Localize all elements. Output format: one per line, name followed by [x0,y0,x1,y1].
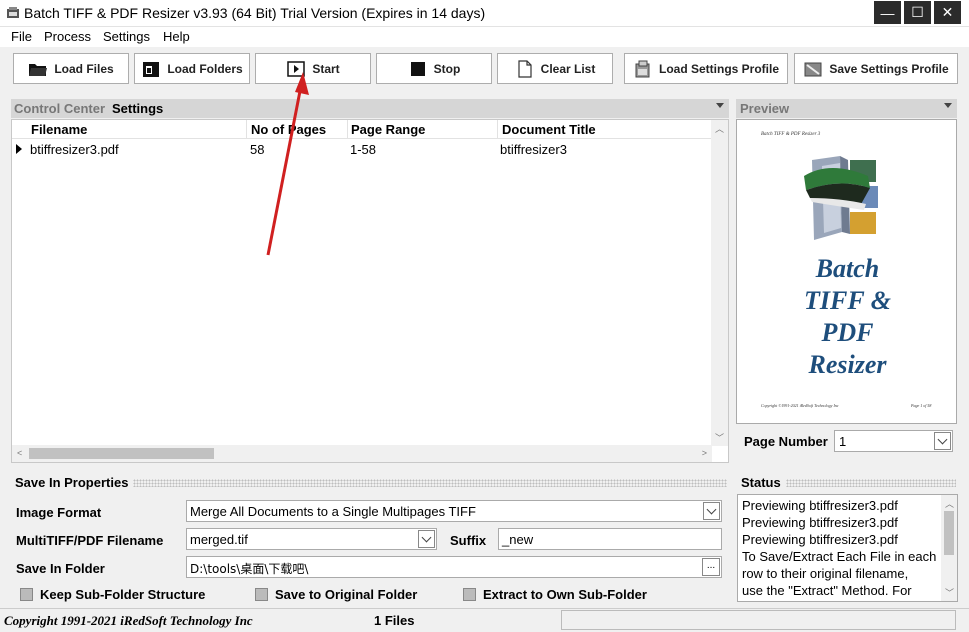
save-original-folder-checkbox[interactable] [255,588,268,601]
chevron-down-icon[interactable] [418,530,435,548]
scroll-down-icon[interactable]: ﹀ [945,586,954,599]
multitiff-filename-input[interactable]: merged.tif [186,528,437,550]
status-scrollbar[interactable]: ︿ ﹀ [941,495,957,601]
status-bar-panel [561,610,956,630]
preview-doc-footer-right: Page 1 of 58 [911,403,932,408]
status-line: Previewing btiffresizer3.pdf [742,498,898,513]
save-original-folder-label: Save to Original Folder [275,587,418,602]
preview-doc-header: Batch TIFF & PDF Resizer 3 [761,132,821,137]
file-count: 1 Files [374,613,415,628]
browse-folder-button[interactable]: ... [702,558,720,576]
section-divider [133,479,727,487]
status-line: use the "Extract" Method. For [742,583,912,598]
image-format-value: Merge All Documents to a Single Multipag… [190,504,476,519]
save-in-properties-header: Save In Properties [15,475,129,490]
scroll-up-icon[interactable]: ︿ [945,497,954,510]
status-scroll-thumb[interactable] [944,511,954,555]
status-line: Previewing btiffresizer3.pdf [742,532,898,547]
save-in-folder-label: Save In Folder [16,561,105,576]
page-number-select[interactable]: 1 [834,430,953,452]
multitiff-filename-value: merged.tif [190,532,248,547]
status-line: Previewing btiffresizer3.pdf [742,515,898,530]
section-divider [786,479,956,487]
status-log[interactable]: Previewing btiffresizer3.pdf Previewing … [737,494,958,602]
page-number-value: 1 [839,434,847,449]
suffix-label: Suffix [450,533,487,548]
page-number-label: Page Number [744,434,828,449]
status-header: Status [741,475,781,490]
save-in-folder-input[interactable]: D:\tools\桌面\下载吧\ ... [186,556,722,578]
suffix-input[interactable]: _new [498,528,722,550]
image-format-select[interactable]: Merge All Documents to a Single Multipag… [186,500,722,522]
chevron-down-icon[interactable] [934,432,951,450]
keep-subfolder-checkbox[interactable] [20,588,33,601]
preview-doc-title: Batch TIFF & PDF Resizer [737,253,958,381]
preview-pane[interactable]: Batch TIFF & PDF Resizer 3 Batch TIFF & … [736,119,957,424]
product-box-image [804,156,878,240]
preview-title-line: Resizer [808,350,887,379]
status-line: To Save/Extract Each File in each [742,549,937,564]
preview-title-line: TIFF & [804,286,891,315]
status-bar: Copyright 1991-2021 iRedSoft Technology … [0,608,969,632]
preview-title-line: Batch [815,254,880,283]
extract-own-subfolder-checkbox[interactable] [463,588,476,601]
preview-doc-footer-left: Copyright ©1991-2021 iRedSoft Technology… [761,403,839,408]
extract-own-subfolder-label: Extract to Own Sub-Folder [483,587,647,602]
preview-title-line: PDF [821,318,874,347]
suffix-value: _new [502,532,534,547]
multitiff-filename-label: MultiTIFF/PDF Filename [16,533,164,548]
chevron-down-icon[interactable] [703,502,720,520]
status-line: row to their original filename, [742,566,909,581]
keep-subfolder-label: Keep Sub-Folder Structure [40,587,206,602]
image-format-label: Image Format [16,505,102,520]
copyright-text: Copyright 1991-2021 iRedSoft Technology … [4,613,253,628]
save-in-folder-value: D:\tools\桌面\下载吧\ [190,562,309,576]
